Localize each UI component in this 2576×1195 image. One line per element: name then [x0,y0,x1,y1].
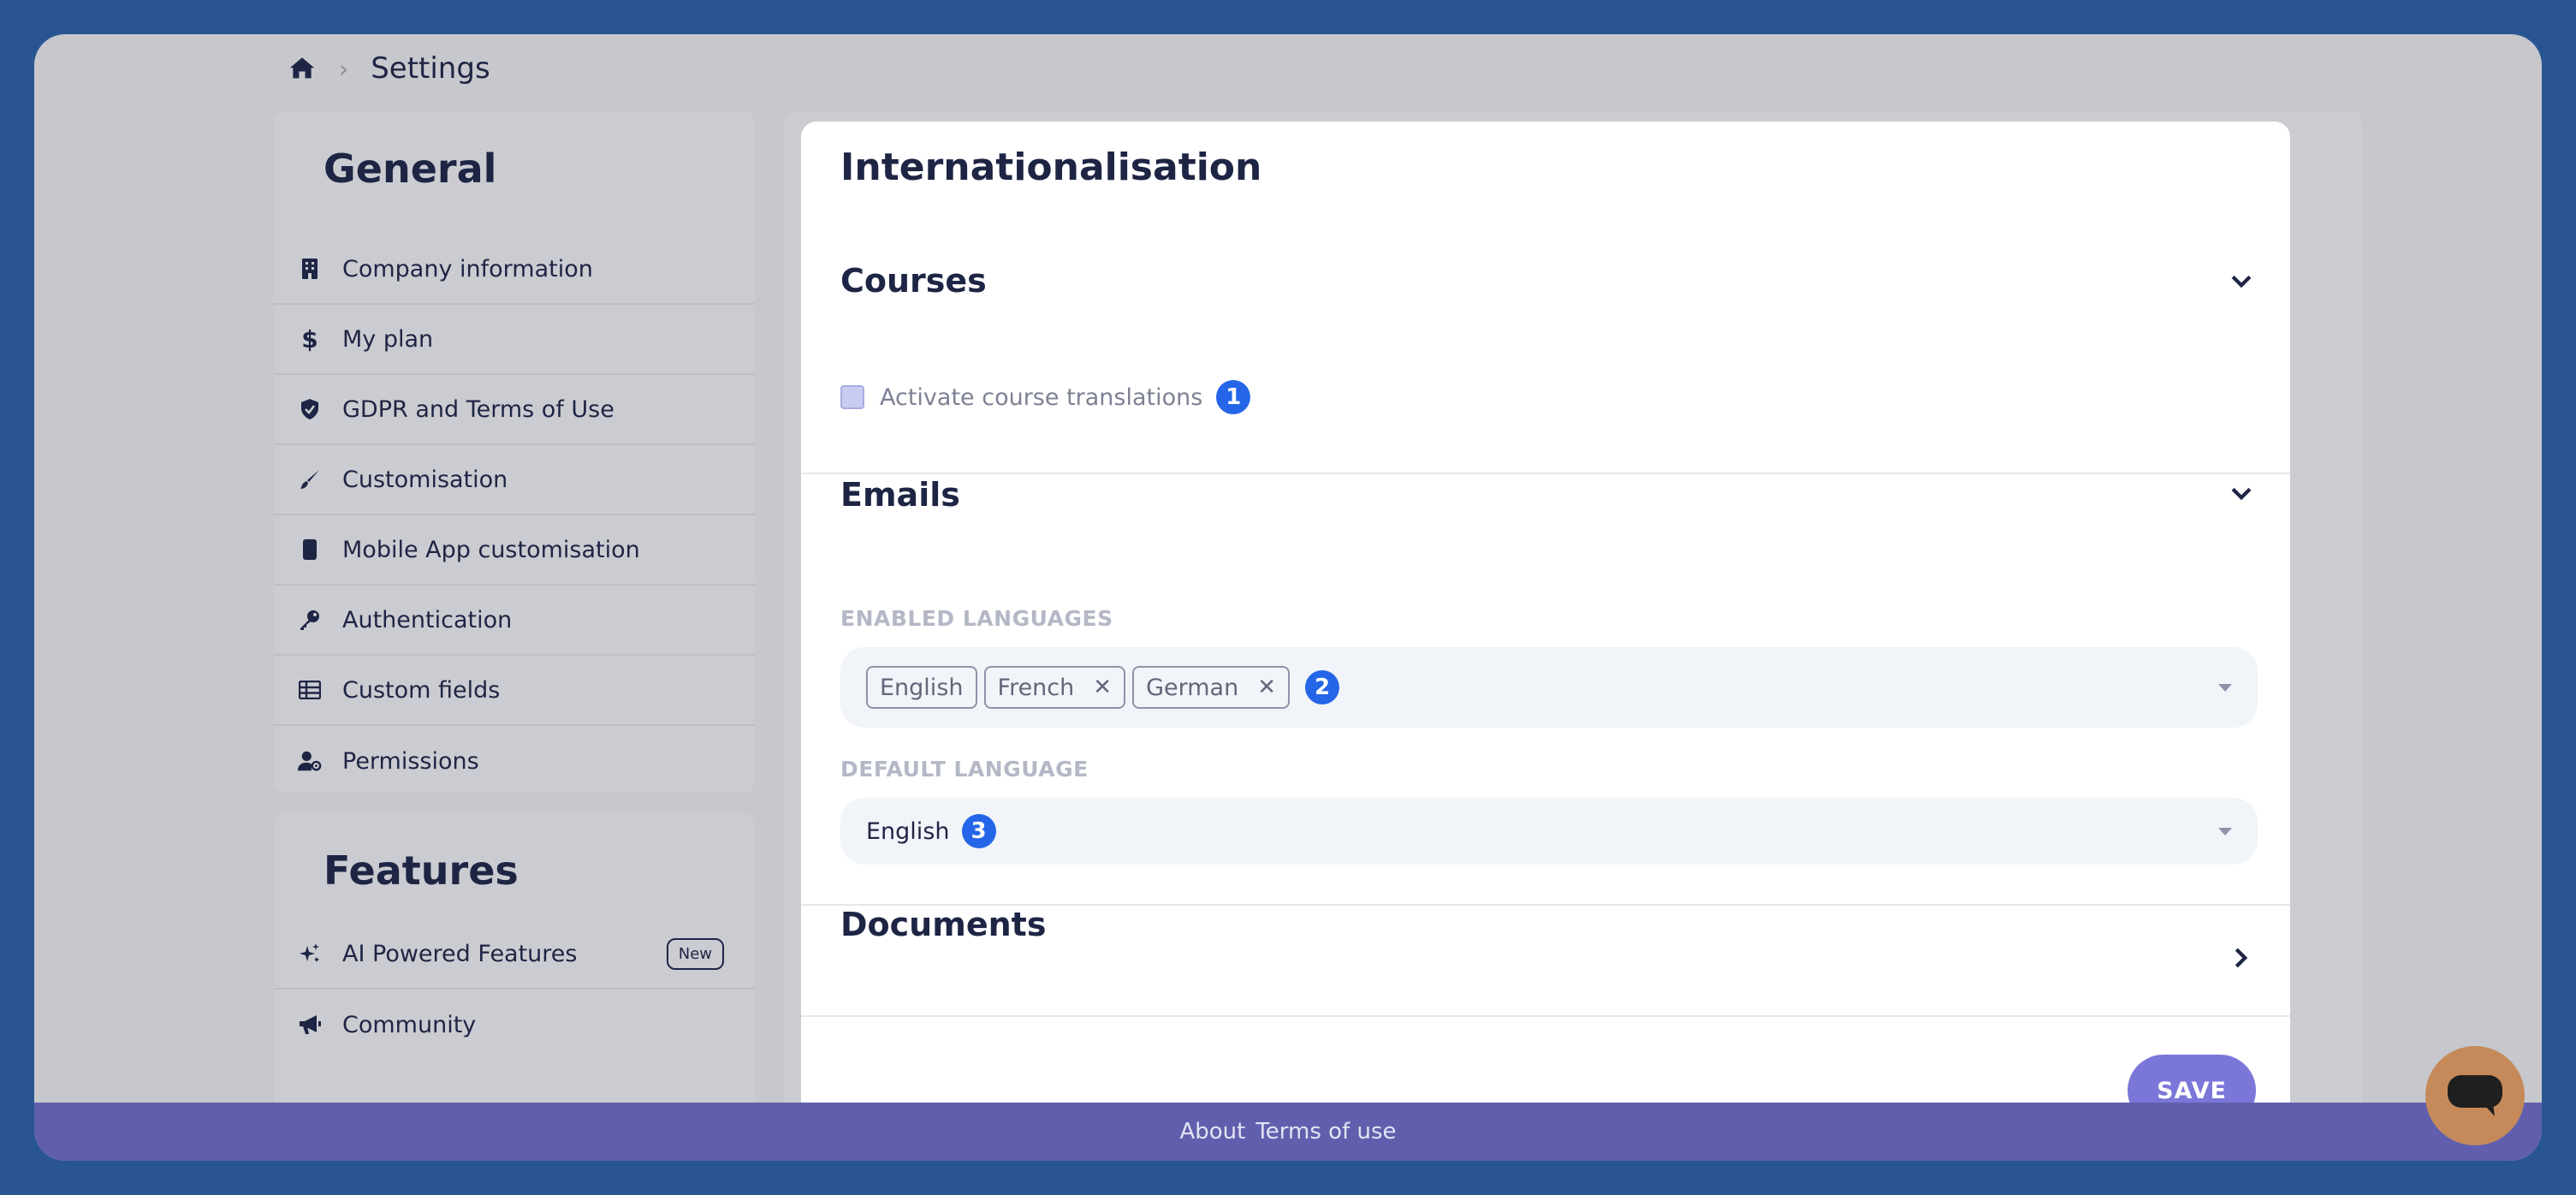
new-badge: New [666,937,724,970]
divider [801,1015,2290,1017]
step-marker: 2 [1304,670,1339,705]
chip-label: French [997,674,1075,701]
language-chip-english: English [866,666,977,709]
sidebar-item-label: Authentication [342,606,513,633]
sidebar-item-label: Community [342,1011,477,1038]
chat-launcher-button[interactable] [2425,1046,2525,1145]
chevron-right-icon[interactable] [2227,943,2256,972]
breadcrumb: › Settings [288,50,490,87]
sidebar-item-permissions[interactable]: Permissions [274,726,755,796]
documents-heading: Documents [840,906,1047,943]
table-icon [298,678,322,702]
page-title: Settings [371,51,490,86]
megaphone-icon [298,1013,322,1037]
sidebar-item-authentication[interactable]: Authentication [274,586,755,656]
language-chip-german: German ✕ [1132,666,1290,709]
sidebar-item-company-information[interactable]: Company information [274,235,755,305]
sidebar-item-label: My plan [342,325,434,353]
chevron-right-icon: › [339,54,349,83]
remove-chip-icon[interactable]: ✕ [1093,675,1112,700]
user-gear-icon [298,749,322,773]
enabled-languages-select[interactable]: English French ✕ German ✕ 2 [840,647,2258,728]
chevron-down-icon[interactable] [2227,479,2256,508]
dollar-icon: $ [301,324,318,354]
sidebar-item-community[interactable]: Community [274,990,755,1060]
dropdown-caret-icon [2218,683,2232,692]
mobile-icon [298,538,322,562]
internationalisation-card: Internationalisation Courses Activate co… [801,122,2290,1132]
building-icon [298,257,322,281]
footer-about-link[interactable]: About [1179,1119,1245,1144]
key-icon [298,608,322,632]
footer-terms-link[interactable]: Terms of use [1255,1119,1396,1144]
sidebar-item-custom-fields[interactable]: Custom fields [274,656,755,726]
default-language-select[interactable]: English 3 [840,798,2258,865]
language-chip-french: French ✕ [983,666,1126,709]
sidebar-item-mobile-app[interactable]: Mobile App customisation [274,515,755,586]
sidebar-item-customisation[interactable]: Customisation [274,445,755,515]
sidebar-item-label: Custom fields [342,676,501,704]
dropdown-caret-icon [2218,827,2232,835]
sparkles-icon [298,942,322,966]
section-title: Internationalisation [840,146,1262,189]
divider [801,473,2290,474]
home-icon[interactable] [288,54,317,83]
sidebar-general: General Company information $ My plan GD… [274,111,755,793]
step-marker: 1 [1216,380,1251,414]
course-translations-row: Activate course translations 1 [840,380,1251,414]
chevron-down-icon[interactable] [2227,267,2256,296]
app-window: › Settings General Company information $… [34,34,2542,1161]
sidebar-item-label: Customisation [342,466,508,493]
course-translations-checkbox[interactable] [840,385,864,409]
sidebar-heading-features: Features [323,847,519,894]
emails-heading: Emails [840,476,960,514]
default-language-label: DEFAULT LANGUAGE [840,757,1089,782]
sidebar-item-label: Mobile App customisation [342,536,640,563]
chat-bubble-icon [2448,1075,2502,1116]
brush-icon [298,467,322,491]
sidebar-item-gdpr[interactable]: GDPR and Terms of Use [274,375,755,445]
footer: About Terms of use [34,1103,2542,1161]
remove-chip-icon[interactable]: ✕ [1257,675,1276,700]
courses-heading: Courses [840,262,987,300]
shield-check-icon [298,397,322,421]
sidebar-item-label: Permissions [342,747,479,775]
course-translations-label: Activate course translations [880,383,1203,411]
sidebar-item-ai-powered-features[interactable]: AI Powered Features New [274,919,755,990]
sidebar-item-label: GDPR and Terms of Use [342,395,614,423]
step-marker: 3 [961,814,996,848]
chip-label: German [1146,674,1239,701]
sidebar-item-my-plan[interactable]: $ My plan [274,305,755,375]
sidebar-item-label: Company information [342,255,593,282]
chip-label: English [880,674,964,701]
enabled-languages-label: ENABLED LANGUAGES [840,606,1113,631]
sidebar-heading-general: General [323,146,497,192]
sidebar-item-label: AI Powered Features [342,940,578,967]
default-language-value: English [866,817,950,845]
